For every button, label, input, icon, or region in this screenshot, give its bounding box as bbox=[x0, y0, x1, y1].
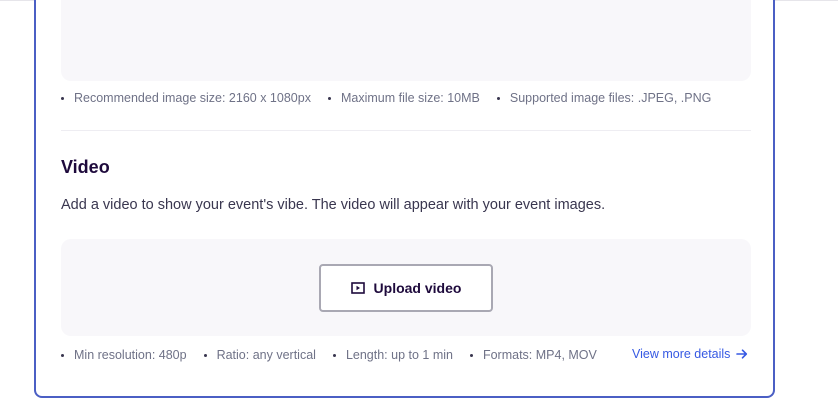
video-upload-icon bbox=[350, 282, 365, 294]
requirement-text: Min resolution: 480p bbox=[74, 348, 187, 362]
image-dropzone[interactable] bbox=[61, 0, 751, 81]
list-item: Recommended image size: 2160 x 1080px bbox=[61, 91, 311, 105]
requirement-text: Supported image files: .JPEG, .PNG bbox=[509, 91, 712, 105]
upload-video-button[interactable]: Upload video bbox=[319, 264, 493, 312]
bullet-icon bbox=[203, 353, 207, 357]
requirement-text: Formats: MP4, MOV bbox=[482, 348, 597, 362]
bullet-icon bbox=[327, 96, 331, 100]
list-item: Supported image files: .JPEG, .PNG bbox=[496, 91, 712, 105]
list-item: Maximum file size: 10MB bbox=[327, 91, 480, 105]
video-dropzone: Upload video bbox=[61, 239, 751, 336]
media-card: Recommended image size: 2160 x 1080px Ma… bbox=[34, 0, 775, 398]
requirement-text: Ratio: any vertical bbox=[216, 348, 316, 362]
section-divider bbox=[61, 130, 751, 131]
video-section-description: Add a video to show your event's vibe. T… bbox=[61, 197, 606, 213]
requirement-text: Recommended image size: 2160 x 1080px bbox=[74, 91, 311, 105]
bullet-icon bbox=[469, 353, 473, 357]
list-item: Min resolution: 480p bbox=[61, 348, 187, 362]
bullet-icon bbox=[61, 96, 64, 100]
bullet-icon bbox=[61, 353, 64, 357]
bullet-icon bbox=[332, 353, 336, 357]
list-item: Formats: MP4, MOV bbox=[469, 348, 597, 362]
view-more-details-label: View more details bbox=[632, 347, 731, 361]
arrow-right-icon bbox=[736, 348, 748, 360]
requirement-text: Maximum file size: 10MB bbox=[340, 91, 480, 105]
video-requirements-list: Min resolution: 480p Ratio: any vertical… bbox=[61, 348, 614, 362]
upload-video-label: Upload video bbox=[373, 280, 462, 296]
requirement-text: Length: up to 1 min bbox=[345, 348, 453, 362]
video-section-title: Video bbox=[61, 157, 110, 177]
list-item: Ratio: any vertical bbox=[203, 348, 316, 362]
view-more-details-link[interactable]: View more details bbox=[632, 347, 748, 361]
list-item: Length: up to 1 min bbox=[332, 348, 453, 362]
image-requirements-list: Recommended image size: 2160 x 1080px Ma… bbox=[61, 91, 728, 105]
bullet-icon bbox=[496, 96, 500, 100]
